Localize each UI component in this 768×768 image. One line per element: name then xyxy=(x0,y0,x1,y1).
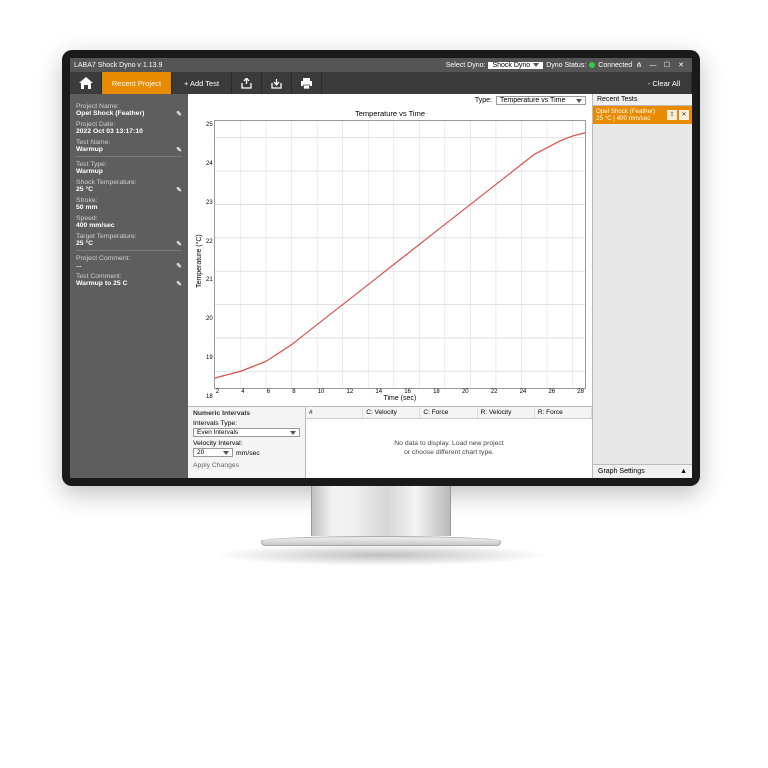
add-test-button[interactable]: + Add Test xyxy=(172,72,232,94)
stroke: 50 mm xyxy=(76,204,98,211)
x-axis-label: Time (sec) xyxy=(214,395,586,402)
minimize-button[interactable]: — xyxy=(646,62,660,69)
project-name: Opel Shock (Feather) xyxy=(76,110,144,117)
data-table: # C: Velocity C: Force R: Velocity R: Fo… xyxy=(306,407,592,478)
edit-icon[interactable]: ✎ xyxy=(176,262,182,270)
select-dyno-dropdown[interactable]: Shock Dyno xyxy=(488,62,543,69)
import-button[interactable] xyxy=(262,72,292,94)
chevron-down-icon xyxy=(290,431,296,435)
export-test-icon[interactable]: ⇪ xyxy=(667,110,677,120)
chart-plot xyxy=(214,120,586,389)
edit-icon[interactable]: ✎ xyxy=(176,280,182,288)
edit-icon[interactable]: ✎ xyxy=(176,240,182,248)
status-indicator-icon xyxy=(589,62,595,68)
export-button[interactable] xyxy=(232,72,262,94)
project-comment: ... xyxy=(76,262,82,269)
edit-icon[interactable]: ✎ xyxy=(176,146,182,154)
toolbar: Recent Project + Add Test - Clear All xyxy=(70,72,692,94)
recent-tests-header: Recent Tests xyxy=(593,94,692,106)
apply-changes: Apply Changes xyxy=(193,462,300,469)
chevron-down-icon xyxy=(576,99,582,103)
test-type: Warmup xyxy=(76,168,103,175)
speed: 400 mm/sec xyxy=(76,222,115,229)
col-index[interactable]: # xyxy=(306,407,363,418)
shock-temperature: 25 °C xyxy=(76,186,93,193)
y-axis-label: Temperature (°C) xyxy=(194,120,205,402)
col-r-velocity[interactable]: R: Velocity xyxy=(478,407,535,418)
dyno-status-value: Connected xyxy=(598,62,632,69)
delete-test-icon[interactable]: ✕ xyxy=(679,110,689,120)
col-c-force[interactable]: C: Force xyxy=(420,407,477,418)
print-button[interactable] xyxy=(292,72,322,94)
col-r-force[interactable]: R: Force xyxy=(535,407,592,418)
y-axis-ticks: 2524232221201918 xyxy=(205,120,214,402)
home-button[interactable] xyxy=(70,72,102,94)
edit-icon[interactable]: ✎ xyxy=(176,110,182,118)
chevron-down-icon xyxy=(533,63,539,67)
maximize-button[interactable]: ☐ xyxy=(660,61,674,69)
intervals-type-dropdown[interactable]: Even Intervals xyxy=(193,428,300,437)
table-empty-message: No data to display. Load new projector c… xyxy=(306,419,592,478)
velocity-interval-input[interactable]: 20 xyxy=(193,448,233,457)
usb-icon: ⋔ xyxy=(636,61,642,69)
test-comment: Warmup to 25 C xyxy=(76,280,127,287)
sidebar: Project Name: Opel Shock (Feather)✎ Proj… xyxy=(70,94,188,478)
chart-type-label: Type: xyxy=(475,97,492,104)
app-title: LABA7 Shock Dyno v 1.13.9 xyxy=(74,62,162,69)
chart-title: Temperature vs Time xyxy=(355,109,425,118)
edit-icon[interactable]: ✎ xyxy=(176,186,182,194)
dyno-status-label: Dyno Status: xyxy=(546,62,586,69)
numeric-intervals-panel: Numeric Intervals Intervals Type: Even I… xyxy=(188,407,306,478)
close-button[interactable]: ✕ xyxy=(674,61,688,69)
clear-all-button[interactable]: - Clear All xyxy=(637,72,692,94)
graph-settings-toggle[interactable]: Graph Settings▲ xyxy=(593,464,692,478)
col-c-velocity[interactable]: C: Velocity xyxy=(363,407,420,418)
chevron-down-icon xyxy=(223,451,229,455)
titlebar: LABA7 Shock Dyno v 1.13.9 Select Dyno: S… xyxy=(70,58,692,72)
project-date: 2022 Oct 03 13:17:10 xyxy=(76,128,143,135)
select-dyno-label: Select Dyno: xyxy=(446,62,486,69)
target-temperature: 25 °C xyxy=(76,240,93,247)
chevron-up-icon: ▲ xyxy=(680,468,687,475)
test-name: Warmup xyxy=(76,146,103,153)
chart-type-dropdown[interactable]: Temperature vs Time xyxy=(496,96,586,105)
recent-project-button[interactable]: Recent Project xyxy=(102,72,172,94)
recent-test-item[interactable]: Opel Shock (Feather)25 °C | 400 mm/sec ⇪… xyxy=(593,106,692,124)
